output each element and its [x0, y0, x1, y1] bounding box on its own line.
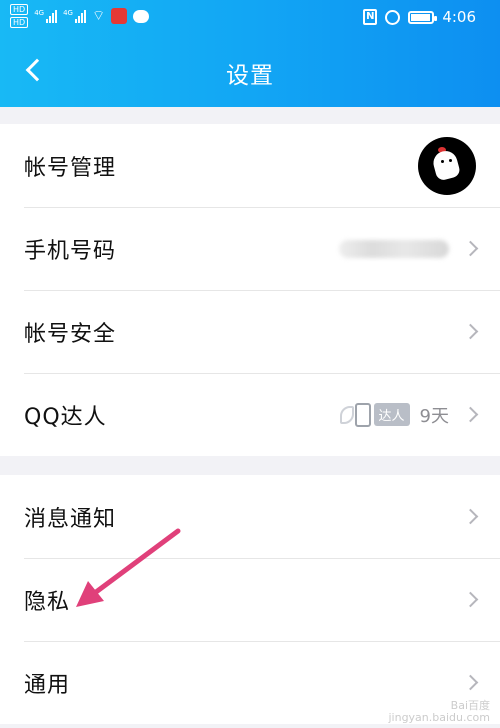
chevron-right-icon	[462, 240, 479, 257]
row-label: 帐号安全	[24, 321, 117, 347]
row-account-security[interactable]: 帐号安全	[0, 290, 500, 373]
signal-icon: 4G	[63, 9, 86, 23]
daren-days: 9天	[419, 405, 449, 427]
row-phone-number[interactable]: 手机号码	[0, 207, 500, 290]
row-label: QQ达人	[24, 404, 107, 430]
phone-icon	[354, 402, 371, 427]
hd-icon: HD	[10, 4, 29, 15]
annotation-arrow	[76, 528, 181, 607]
wing-icon	[339, 405, 354, 424]
row-label: 帐号管理	[24, 155, 117, 181]
chevron-right-icon	[462, 674, 479, 691]
clock: 4:06	[442, 8, 476, 26]
redacted-phone-number	[339, 239, 449, 258]
settings-group-account: 帐号管理 手机号码 帐号安全 QQ达人 达人 9天	[0, 124, 500, 456]
battery-fill	[411, 13, 430, 21]
status-left: HD HD 4G 4G ⌔	[10, 4, 150, 28]
alarm-icon	[385, 9, 401, 25]
status-right: N 4:06	[363, 8, 476, 26]
row-qq-daren[interactable]: QQ达人 达人 9天	[0, 373, 500, 456]
status-bar: HD HD 4G 4G ⌔ N 4:06	[0, 0, 500, 36]
network-type: 4G	[63, 9, 73, 17]
network-type: 4G	[34, 9, 45, 17]
signal-icon: 4G	[34, 9, 58, 23]
daren-badge: 达人	[339, 402, 410, 427]
hd-indicators: HD HD	[10, 4, 29, 28]
wifi-icon: ⌔	[91, 8, 106, 24]
battery-icon	[408, 10, 438, 24]
huawei-app-icon	[111, 8, 128, 24]
chevron-right-icon	[462, 406, 479, 423]
page-title: 设置	[226, 63, 274, 89]
nfc-icon: N	[363, 9, 378, 25]
chevron-right-icon	[462, 591, 479, 608]
watermark: Bai百度 jingyan.baidu.com	[388, 700, 490, 724]
chevron-right-icon	[462, 508, 479, 525]
avatar	[418, 136, 476, 195]
row-account-management[interactable]: 帐号管理	[0, 124, 500, 207]
message-bubble-icon	[133, 9, 150, 23]
header: HD HD 4G 4G ⌔ N 4:06 设置	[0, 0, 500, 107]
hd-icon: HD	[10, 17, 29, 28]
watermark-url: jingyan.baidu.com	[388, 711, 490, 724]
row-label: 通用	[24, 672, 71, 698]
chevron-right-icon	[462, 323, 479, 340]
daren-tag: 达人	[373, 403, 410, 426]
row-label: 隐私	[24, 589, 71, 615]
row-label: 手机号码	[24, 238, 117, 264]
